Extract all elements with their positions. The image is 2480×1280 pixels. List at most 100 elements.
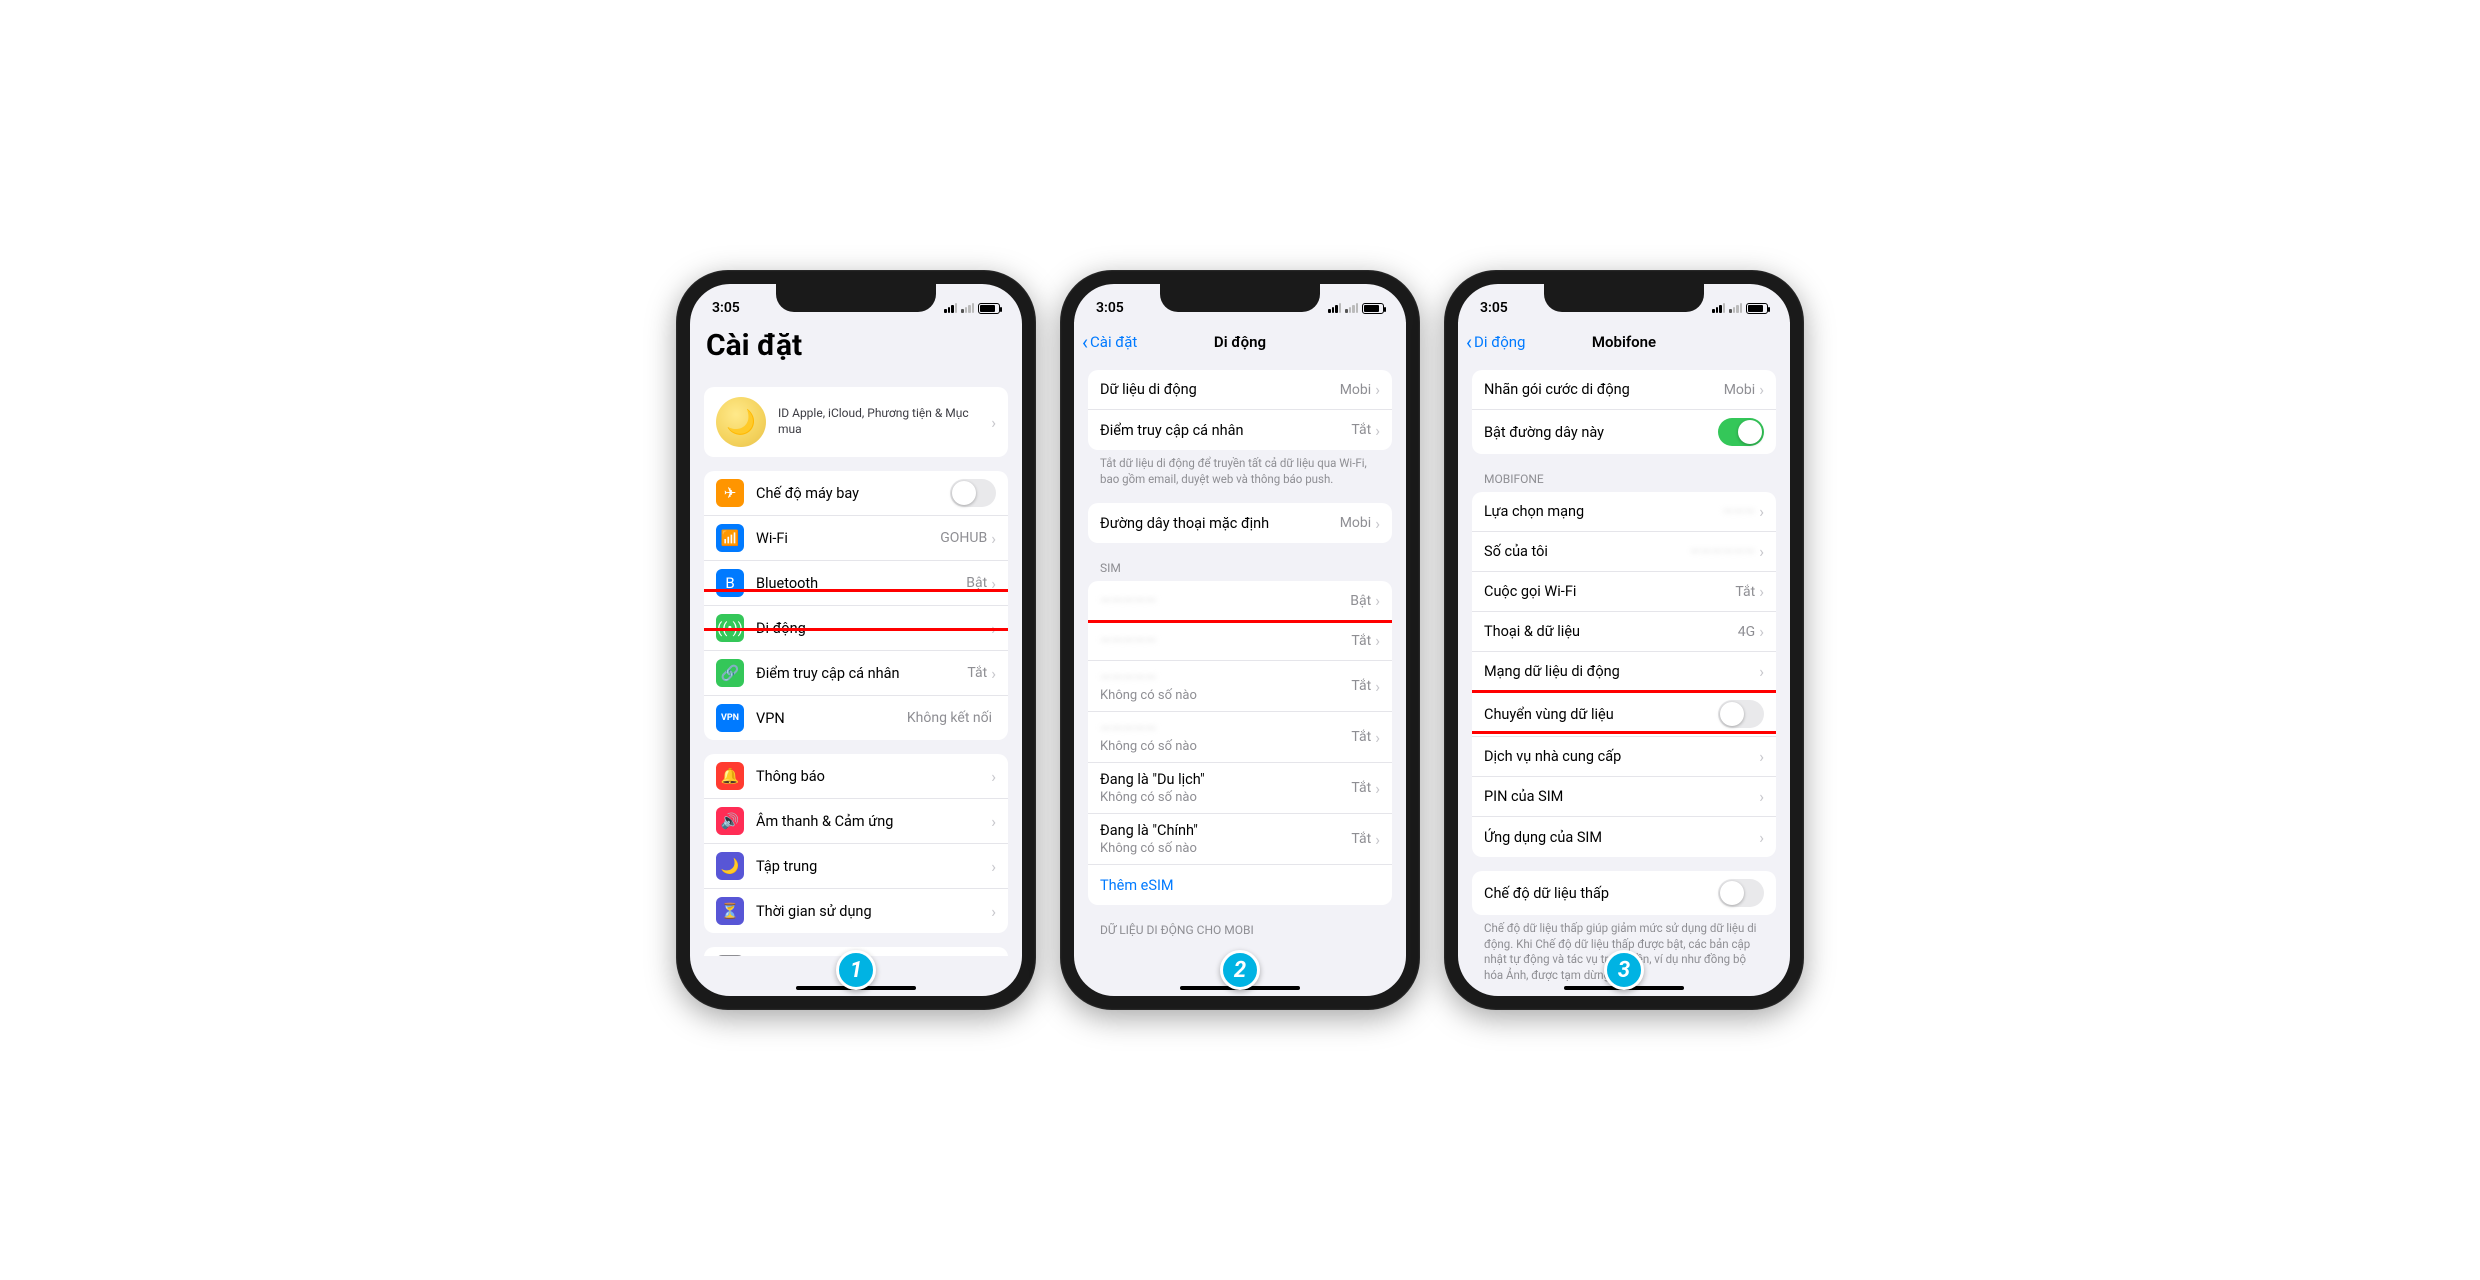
sim-row-1[interactable]: ————— Bật › <box>1088 581 1392 621</box>
chevron-right-icon: › <box>1375 677 1380 696</box>
data-roaming-label: Chuyển vùng dữ liệu <box>1484 706 1718 723</box>
battery-icon <box>1746 303 1768 314</box>
step-badge-2: 2 <box>1220 950 1260 990</box>
battery-icon <box>978 303 1000 314</box>
airplane-toggle[interactable] <box>950 479 996 507</box>
sim5-value: Tắt <box>1351 780 1371 796</box>
voice-data-row[interactable]: Thoại & dữ liệu 4G › <box>1472 612 1776 652</box>
plan-label: Nhãn gói cước di động <box>1484 381 1724 398</box>
sim-pin-label: PIN của SIM <box>1484 788 1759 805</box>
cellular-icon: ((•)) <box>716 614 744 642</box>
apple-id-row[interactable]: 🌙 ID Apple, iCloud, Phương tiện & Mục mu… <box>704 387 1008 457</box>
sim5-label: Đang là "Du lịch" <box>1100 771 1351 788</box>
wifi-calling-row[interactable]: Cuộc gọi Wi-Fi Tắt › <box>1472 572 1776 612</box>
focus-row[interactable]: 🌙 Tập trung › <box>704 844 1008 889</box>
status-time: 3:05 <box>1096 300 1124 316</box>
hotspot-value: Tắt <box>967 665 987 681</box>
chevron-right-icon: › <box>1759 747 1764 766</box>
low-data-mode-toggle[interactable] <box>1718 879 1764 907</box>
sim-apps-row[interactable]: Ứng dụng của SIM › <box>1472 817 1776 857</box>
sim-row-4[interactable]: ————— Không có số nào Tắt › <box>1088 712 1392 763</box>
wifi-value: GOHUB <box>940 530 987 546</box>
carrier-section-header: MOBIFONE <box>1458 454 1790 490</box>
low-data-mode-label: Chế độ dữ liệu thấp <box>1484 885 1718 902</box>
airplane-mode-row[interactable]: ✈ Chế độ máy bay <box>704 471 1008 516</box>
notifications-row[interactable]: 🔔 Thông báo › <box>704 754 1008 799</box>
chevron-right-icon: › <box>1375 421 1380 440</box>
hotspot-label: Điểm truy cập cá nhân <box>1100 422 1351 439</box>
sim-section-header: SIM <box>1074 543 1406 579</box>
personal-hotspot-row[interactable]: Điểm truy cập cá nhân Tắt › <box>1088 410 1392 450</box>
chevron-right-icon: › <box>1375 514 1380 533</box>
nav-header: ‹ Di động Mobifone <box>1458 322 1790 362</box>
cellular-data-row[interactable]: Dữ liệu di động Mobi › <box>1088 370 1392 410</box>
signal-secondary-icon <box>961 303 974 313</box>
step-badge-1: 1 <box>836 950 876 990</box>
chevron-right-icon: › <box>991 812 996 831</box>
sim3-value: Tắt <box>1351 678 1371 694</box>
network-selection-value: ——— <box>1722 504 1755 520</box>
cellular-plan-label-row[interactable]: Nhãn gói cước di động Mobi › <box>1472 370 1776 410</box>
chevron-right-icon: › <box>991 574 996 593</box>
back-label: Cài đặt <box>1090 333 1137 351</box>
hotspot-label: Điểm truy cập cá nhân <box>756 665 967 682</box>
gear-icon: ⚙ <box>716 955 744 956</box>
carrier-services-row[interactable]: Dịch vụ nhà cung cấp › <box>1472 737 1776 777</box>
default-line-value: Mobi <box>1340 515 1371 531</box>
chevron-right-icon: › <box>1759 622 1764 641</box>
hotspot-value: Tắt <box>1351 422 1371 438</box>
wifi-row[interactable]: 📶 Wi-Fi GOHUB › <box>704 516 1008 561</box>
notif-label: Thông báo <box>756 768 991 785</box>
screentime-row[interactable]: ⏳ Thời gian sử dụng › <box>704 889 1008 933</box>
notch <box>1544 284 1704 312</box>
apple-id-subtitle: ID Apple, iCloud, Phương tiện & Mục mua <box>778 406 991 437</box>
chevron-left-icon: ‹ <box>1082 330 1088 354</box>
sim-row-6[interactable]: Đang là "Chính" Không có số nào Tắt › <box>1088 814 1392 865</box>
sim-row-5[interactable]: Đang là "Du lịch" Không có số nào Tắt › <box>1088 763 1392 814</box>
sim-row-3[interactable]: ————— Không có số nào Tắt › <box>1088 661 1392 712</box>
cellular-data-value: Mobi <box>1340 382 1371 398</box>
back-button[interactable]: ‹ Di động <box>1466 330 1525 354</box>
my-number-row[interactable]: Số của tôi —————— › <box>1472 532 1776 572</box>
hotspot-row[interactable]: 🔗 Điểm truy cập cá nhân Tắt › <box>704 651 1008 696</box>
back-button[interactable]: ‹ Cài đặt <box>1082 330 1137 354</box>
chevron-right-icon: › <box>1759 662 1764 681</box>
chevron-right-icon: › <box>991 902 996 921</box>
signal-primary-icon <box>1712 303 1725 313</box>
bluetooth-row[interactable]: B Bluetooth Bật › <box>704 561 1008 606</box>
sim-apps-label: Ứng dụng của SIM <box>1484 829 1759 846</box>
cellular-data-network-row[interactable]: Mạng dữ liệu di động › <box>1472 652 1776 692</box>
bluetooth-icon: B <box>716 569 744 597</box>
low-data-mode-row[interactable]: Chế độ dữ liệu thấp <box>1472 871 1776 915</box>
signal-primary-icon <box>944 303 957 313</box>
data-roaming-toggle[interactable] <box>1718 700 1764 728</box>
sim6-label: Đang là "Chính" <box>1100 822 1351 839</box>
chevron-right-icon: › <box>991 619 996 638</box>
chevron-right-icon: › <box>1759 582 1764 601</box>
network-selection-row[interactable]: Lựa chọn mạng ——— › <box>1472 492 1776 532</box>
signal-secondary-icon <box>1729 303 1742 313</box>
sim1-value: Bật <box>1350 593 1371 609</box>
vpn-row[interactable]: VPN VPN Không kết nối <box>704 696 1008 740</box>
add-esim-row[interactable]: Thêm eSIM <box>1088 865 1392 905</box>
nav-header: ‹ Cài đặt Di động <box>1074 322 1406 362</box>
avatar-icon: 🌙 <box>716 397 766 447</box>
speaker-icon: 🔊 <box>716 807 744 835</box>
data-roaming-row[interactable]: Chuyển vùng dữ liệu <box>1472 692 1776 737</box>
vpn-label: VPN <box>756 710 907 727</box>
enable-line-label: Bật đường dây này <box>1484 424 1718 441</box>
enable-line-toggle[interactable] <box>1718 418 1764 446</box>
sounds-row[interactable]: 🔊 Âm thanh & Cảm ứng › <box>704 799 1008 844</box>
default-voice-line-row[interactable]: Đường dây thoại mặc định Mobi › <box>1088 503 1392 543</box>
sim-pin-row[interactable]: PIN của SIM › <box>1472 777 1776 817</box>
sim3-label: ————— <box>1100 669 1351 686</box>
turn-on-line-row[interactable]: Bật đường dây này <box>1472 410 1776 454</box>
cellular-data-label: Dữ liệu di động <box>1100 381 1340 398</box>
my-number-label: Số của tôi <box>1484 543 1690 560</box>
phone-frame-2: 3:05 ‹ Cài đặt Di động Dữ liệu di động M… <box>1060 270 1420 1010</box>
data-for-section: DỮ LIỆU DI ĐỘNG CHO MOBI <box>1074 905 1406 941</box>
sim-row-2[interactable]: ————— Tắt › <box>1088 621 1392 661</box>
phone-frame-1: 3:05 Cài đặt 🌙 ID Apple, iCloud, Phương … <box>676 270 1036 1010</box>
wifi-icon: 📶 <box>716 524 744 552</box>
cellular-row[interactable]: ((•)) Di động › <box>704 606 1008 651</box>
